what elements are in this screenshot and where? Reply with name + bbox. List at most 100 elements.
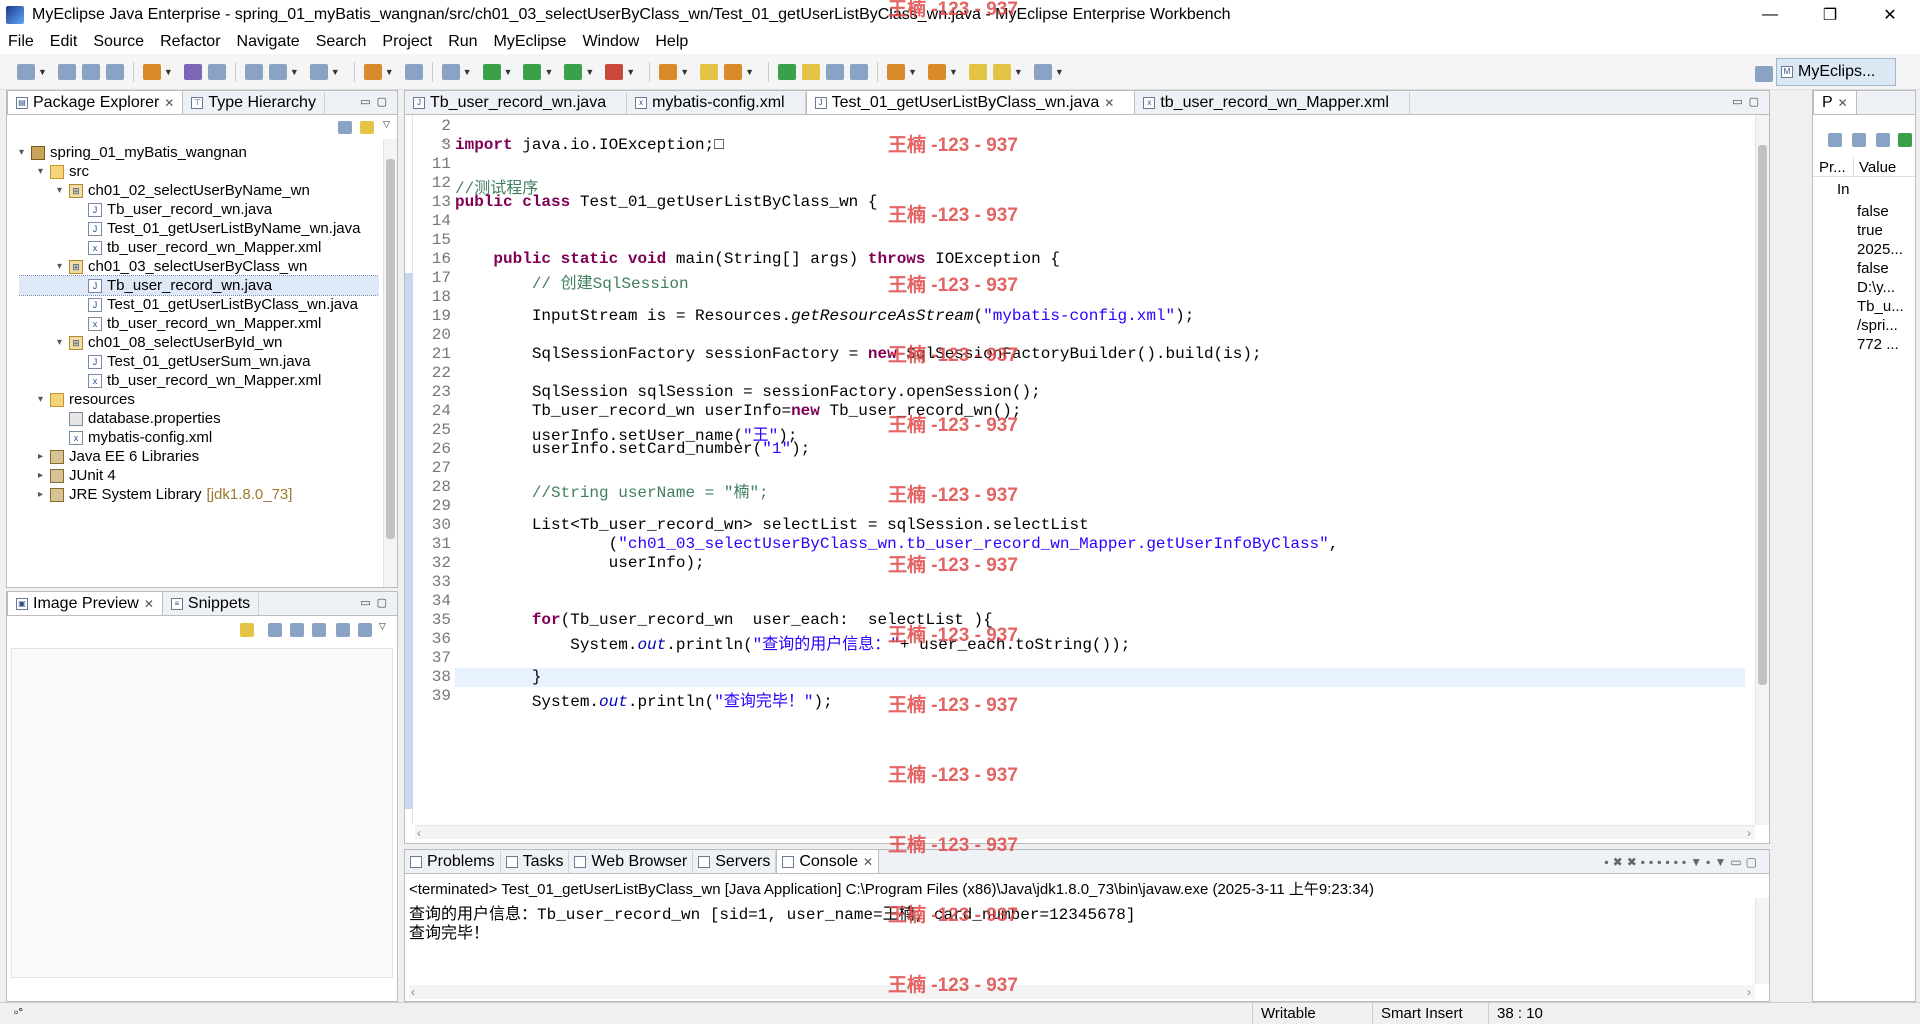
code-line[interactable]: import java.io.IOException;□: [455, 136, 724, 154]
tab-package-explorer[interactable]: ▤ Package Explorer ✕: [7, 90, 184, 114]
restore-default-icon[interactable]: [1876, 133, 1890, 147]
tree-expander-icon[interactable]: ▾: [57, 337, 69, 348]
tab-servers[interactable]: Servers: [693, 851, 777, 873]
scroll-left-icon[interactable]: ‹: [411, 985, 415, 999]
code-line[interactable]: userInfo.setCard_number("1");: [455, 440, 810, 458]
filter-icon[interactable]: [1852, 133, 1866, 147]
fold-toggle-icon[interactable]: -: [441, 252, 447, 263]
manage-deployments-icon[interactable]: [268, 63, 287, 80]
menu-search[interactable]: Search: [316, 33, 367, 51]
external-tools-icon[interactable]: [605, 63, 624, 80]
scroll-right-icon[interactable]: ›: [1747, 985, 1751, 999]
search-icon[interactable]: [700, 63, 719, 80]
tree-item[interactable]: ▸ JUnit 4: [19, 466, 379, 485]
code-line[interactable]: public static void main(String[] args) t…: [455, 250, 1060, 268]
open-type-icon[interactable]: [183, 63, 202, 80]
code-line[interactable]: Tb_user_record_wn userInfo=new Tb_user_r…: [455, 402, 1022, 420]
dropdown-arrow-icon[interactable]: ▼: [745, 67, 754, 77]
code-line[interactable]: System.out.println("查询的用户信息："+ user_each…: [455, 630, 1130, 654]
tree-expander-icon[interactable]: ▾: [38, 166, 50, 177]
tab-editor-file[interactable]: J Tb_user_record_wn.java: [405, 92, 628, 114]
tree-item[interactable]: J Tb_user_record_wn.java: [19, 275, 379, 296]
dropdown-arrow-icon[interactable]: ▼: [504, 67, 513, 77]
tree-expander-icon[interactable]: ▾: [19, 147, 31, 158]
tree-item[interactable]: J Test_01_getUserListByClass_wn.java: [19, 295, 379, 314]
run-icon[interactable]: [523, 63, 542, 80]
tree-item[interactable]: ▸ JRE System Library [jdk1.8.0_73]: [19, 485, 379, 504]
tree-item[interactable]: ▸ Java EE 6 Libraries: [19, 447, 379, 466]
categories-icon[interactable]: [1828, 133, 1842, 147]
dropdown-arrow-icon[interactable]: ▼: [585, 67, 594, 77]
tree-item[interactable]: J Test_01_getUserSum_wn.java: [19, 352, 379, 371]
tree-expander-icon[interactable]: ▾: [57, 261, 69, 272]
restore-button[interactable]: ❐: [1800, 0, 1860, 30]
tree-item[interactable]: ▾ resources: [19, 390, 379, 409]
fit-icon[interactable]: [268, 623, 282, 637]
collapse-all-icon[interactable]: [338, 121, 352, 134]
property-value[interactable]: false: [1857, 260, 1904, 279]
tab-web-browser[interactable]: Web Browser: [569, 851, 694, 873]
console-vertical-scrollbar[interactable]: [1755, 898, 1769, 984]
new-icon[interactable]: [17, 63, 35, 80]
tab-image-preview[interactable]: ▣ Image Preview ✕: [7, 591, 163, 615]
save-all-icon[interactable]: [81, 63, 100, 80]
dropdown-arrow-icon[interactable]: ▼: [290, 67, 299, 77]
tree-item[interactable]: J Tb_user_record_wn.java: [19, 200, 379, 219]
tree-expander-icon[interactable]: ▸: [38, 451, 50, 462]
code-line[interactable]: userInfo);: [455, 554, 705, 572]
save-icon[interactable]: [57, 63, 76, 80]
view-menu-icon[interactable]: ▽: [383, 119, 390, 130]
next-annotation-icon[interactable]: [724, 63, 743, 80]
package-explorer-scrollbar[interactable]: [383, 139, 397, 587]
code-line[interactable]: SqlSession sqlSession = sessionFactory.o…: [455, 383, 1041, 401]
scrollbar-thumb[interactable]: [1758, 145, 1767, 685]
value-column-header[interactable]: Value: [1859, 159, 1896, 176]
code-line[interactable]: for(Tb_user_record_wn user_each: selectL…: [455, 611, 993, 629]
code-line[interactable]: }: [455, 668, 542, 686]
scroll-left-icon[interactable]: ‹: [417, 826, 421, 840]
dropdown-arrow-icon[interactable]: ▼: [908, 67, 917, 77]
tab-properties[interactable]: P ✕: [1813, 90, 1857, 114]
perspective-switcher[interactable]: M MyEclips...: [1776, 58, 1896, 86]
menu-edit[interactable]: Edit: [50, 33, 78, 51]
tree-expander-icon[interactable]: ▾: [57, 185, 69, 196]
code-line[interactable]: System.out.println("查询完毕！");: [455, 687, 833, 711]
next-edit-icon[interactable]: [887, 63, 906, 80]
deploy-icon[interactable]: [244, 63, 263, 80]
tab-type-hierarchy[interactable]: ⊤ Type Hierarchy: [183, 92, 325, 114]
previous-edit-icon[interactable]: [927, 63, 946, 80]
block-select-icon[interactable]: [826, 63, 845, 80]
tree-item[interactable]: database.properties: [19, 409, 379, 428]
open-perspective-button-icon[interactable]: [1755, 66, 1773, 82]
tree-item[interactable]: J Test_01_getUserListByName_wn.java: [19, 219, 379, 238]
tab-console[interactable]: Console ✕: [776, 849, 880, 873]
open-task-icon[interactable]: [207, 63, 226, 80]
back-icon[interactable]: [992, 63, 1011, 80]
dropdown-arrow-icon[interactable]: ▼: [38, 67, 47, 77]
dropdown-arrow-icon[interactable]: ▼: [385, 67, 394, 77]
console-toolbar-icons[interactable]: ▪✖✖▪▪▪▪▪▪▼▪▼▭▢: [1604, 855, 1761, 869]
close-icon[interactable]: ✕: [164, 96, 174, 110]
tab-problems[interactable]: Problems: [405, 851, 501, 873]
dropdown-arrow-icon[interactable]: ▼: [1055, 67, 1064, 77]
property-value[interactable]: D:\y...: [1857, 279, 1904, 298]
fit-window-icon[interactable]: [358, 623, 372, 637]
run-server-icon[interactable]: [309, 63, 328, 80]
show-whitespace-icon[interactable]: [850, 63, 869, 80]
fold-toggle-icon[interactable]: +: [441, 138, 447, 149]
tab-snippets[interactable]: ≡ Snippets: [163, 593, 260, 615]
tab-tasks[interactable]: Tasks: [501, 851, 570, 873]
new-project-icon[interactable]: [142, 63, 161, 80]
minimize-maximize-icons[interactable]: ▭▢: [360, 95, 393, 108]
code-line[interactable]: //String userName = "楠";: [455, 478, 769, 502]
browser-icon[interactable]: [441, 63, 460, 80]
dropdown-arrow-icon[interactable]: ▼: [463, 67, 472, 77]
tree-item[interactable]: ▾ ⊞ ch01_08_selectUserById_wn: [19, 333, 379, 352]
scroll-right-icon[interactable]: ›: [1747, 826, 1751, 840]
dropdown-arrow-icon[interactable]: ▼: [949, 67, 958, 77]
tree-item[interactable]: ▾ ⊞ ch01_03_selectUserByClass_wn: [19, 257, 379, 276]
highlight-icon[interactable]: [802, 63, 821, 80]
menu-navigate[interactable]: Navigate: [237, 33, 300, 51]
minimize-maximize-icons[interactable]: ▭▢: [1732, 95, 1765, 108]
close-icon[interactable]: ✕: [144, 597, 154, 611]
